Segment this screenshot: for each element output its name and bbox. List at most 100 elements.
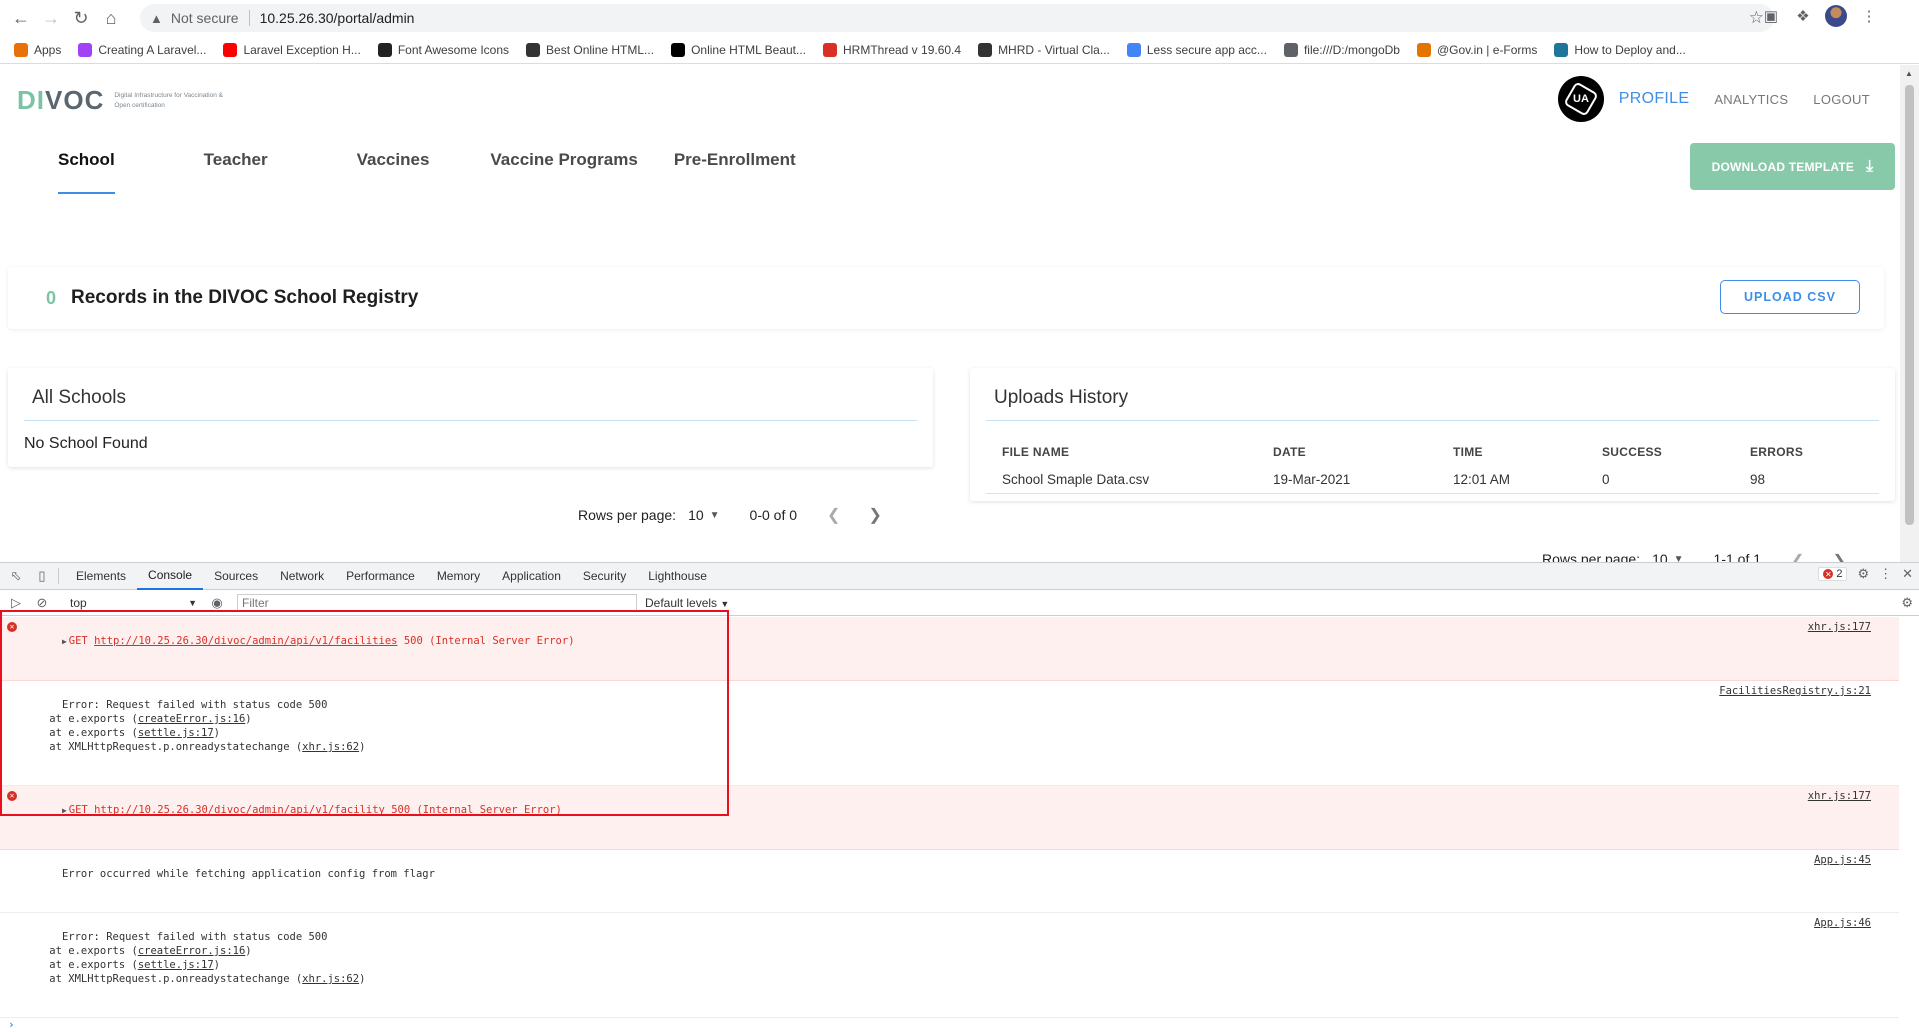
bookmark-label: file:///D:/mongoDb bbox=[1303, 42, 1400, 57]
devtools-tab-memory[interactable]: Memory bbox=[426, 563, 491, 590]
nav-analytics-link[interactable]: ANALYTICS bbox=[1714, 92, 1788, 107]
close-devtools-icon[interactable]: ✕ bbox=[1902, 566, 1913, 582]
devtools-tab-console[interactable]: Console bbox=[137, 563, 204, 590]
bookmark-item[interactable]: Less secure app acc... bbox=[1126, 42, 1267, 57]
home-icon[interactable]: ⌂ bbox=[96, 3, 126, 33]
live-expression-eye-icon[interactable]: ◉ bbox=[207, 593, 227, 613]
inspect-element-icon[interactable]: ⬁ bbox=[6, 566, 26, 586]
stack-suffix: ) bbox=[359, 973, 366, 985]
stack-file-link[interactable]: settle.js:17 bbox=[138, 959, 214, 971]
upload-csv-button[interactable]: UPLOAD CSV bbox=[1720, 280, 1860, 314]
devtools-tab-lighthouse[interactable]: Lighthouse bbox=[637, 563, 718, 590]
bookmark-item[interactable]: MHRD - Virtual Cla... bbox=[978, 42, 1110, 57]
bookmark-label: MHRD - Virtual Cla... bbox=[998, 42, 1110, 57]
bookmark-item[interactable]: Creating A Laravel... bbox=[78, 42, 206, 57]
console-error-message[interactable]: ✕ ▶ GET http://10.25.26.30/divoc/admin/api… bbox=[0, 617, 1899, 681]
request-url-link[interactable]: http://10.25.26.30/divoc/admin/api/v1/fa… bbox=[94, 804, 385, 816]
console-log-message[interactable]: Error: Request failed with status code 5… bbox=[0, 681, 1899, 786]
stack-suffix: ) bbox=[213, 959, 220, 971]
extensions-puzzle-icon[interactable]: ❖ bbox=[1793, 6, 1813, 26]
stack-file-link[interactable]: createError.js:16 bbox=[138, 945, 245, 957]
prev-page-icon[interactable]: ❮ bbox=[827, 505, 840, 525]
devtools-tab-security[interactable]: Security bbox=[572, 563, 637, 590]
error-icon: ✕ bbox=[1823, 569, 1834, 579]
devtools-tab-network[interactable]: Network bbox=[269, 563, 335, 590]
devtools-menu-icon[interactable]: ⋮ bbox=[1879, 566, 1892, 582]
stack-file-link[interactable]: settle.js:17 bbox=[138, 727, 214, 739]
console-filter-input[interactable] bbox=[237, 593, 637, 612]
request-url-link[interactable]: http://10.25.26.30/divoc/admin/api/v1/fa… bbox=[94, 635, 397, 647]
source-link[interactable]: xhr.js:177 bbox=[1808, 789, 1871, 803]
bookmark-label: HRMThread v 19.60.4 bbox=[843, 42, 962, 57]
stack-prefix: at XMLHttpRequest.p.onreadystatechange ( bbox=[49, 973, 303, 985]
console-messages: ✕ ▶ GET http://10.25.26.30/divoc/admin/api… bbox=[0, 617, 1899, 1032]
nav-profile-link[interactable]: PROFILE bbox=[1619, 90, 1690, 108]
nav-logout-link[interactable]: LOGOUT bbox=[1813, 92, 1870, 107]
bookmark-item[interactable]: How to Deploy and... bbox=[1554, 42, 1686, 57]
error-text: Error: Request failed with status code 5… bbox=[61, 931, 328, 943]
page-scrollbar[interactable]: ▲ bbox=[1900, 65, 1919, 562]
sidebar-toggle-icon[interactable]: ▷ bbox=[6, 593, 26, 613]
tab-vaccine-programs[interactable]: Vaccine Programs bbox=[472, 150, 655, 186]
console-prompt[interactable]: › bbox=[0, 1018, 1899, 1032]
console-log-message[interactable]: Error occurred while fetching applicatio… bbox=[0, 850, 1899, 913]
bookmark-item[interactable]: file:///D:/mongoDb bbox=[1283, 42, 1400, 57]
divoc-logo[interactable]: DIVOC Digital Infrastructure for Vaccina… bbox=[17, 85, 224, 116]
camera-icon[interactable]: ▣ bbox=[1761, 6, 1781, 26]
scrollbar-thumb[interactable] bbox=[1905, 85, 1914, 525]
tab-vaccines[interactable]: Vaccines bbox=[339, 150, 448, 186]
source-link[interactable]: App.js:46 bbox=[1814, 916, 1871, 930]
source-link[interactable]: App.js:45 bbox=[1814, 853, 1871, 867]
bookmark-item[interactable]: Online HTML Beaut... bbox=[671, 42, 806, 57]
expand-triangle-icon[interactable]: ▶ bbox=[62, 806, 67, 815]
laravel-icon bbox=[78, 42, 93, 57]
caret-down-icon: ▼ bbox=[720, 598, 730, 609]
bookmark-item[interactable]: @Gov.in | e-Forms bbox=[1416, 42, 1537, 57]
bookmark-item[interactable]: Best Online HTML... bbox=[526, 42, 655, 57]
tab-school[interactable]: School bbox=[40, 150, 133, 194]
error-count-badge[interactable]: ✕ 2 bbox=[1818, 567, 1848, 581]
reload-icon[interactable]: ↻ bbox=[66, 3, 96, 33]
devtools-tab-sources[interactable]: Sources bbox=[203, 563, 269, 590]
bookmark-item[interactable]: HRMThread v 19.60.4 bbox=[823, 42, 962, 57]
settings-gear-icon[interactable]: ⚙ bbox=[1857, 566, 1869, 582]
rows-per-page-select[interactable]: 10 ▼ bbox=[688, 507, 719, 523]
stack-suffix: ) bbox=[245, 713, 252, 725]
security-label: Not secure bbox=[170, 10, 239, 26]
user-avatar[interactable]: UA bbox=[1557, 76, 1604, 122]
bookmark-item[interactable]: Font Awesome Icons bbox=[377, 42, 509, 57]
devtools-tab-elements[interactable]: Elements bbox=[65, 563, 137, 590]
bookmark-item[interactable]: Laravel Exception H... bbox=[223, 42, 361, 57]
forward-arrow-icon[interactable]: → bbox=[36, 3, 66, 33]
console-log-message[interactable]: Error: Request failed with status code 5… bbox=[0, 913, 1899, 1018]
expand-triangle-icon[interactable]: ▶ bbox=[62, 637, 67, 646]
stack-file-link[interactable]: xhr.js:62 bbox=[302, 973, 359, 985]
device-toolbar-icon[interactable]: ▯ bbox=[32, 566, 52, 586]
stack-file-link[interactable]: createError.js:16 bbox=[138, 713, 245, 725]
source-link[interactable]: FacilitiesRegistry.js:21 bbox=[1719, 684, 1871, 698]
context-select[interactable]: top ▼ bbox=[66, 594, 201, 612]
console-error-message[interactable]: ✕ ▶ GET http://10.25.26.30/divoc/admin/api… bbox=[0, 786, 1899, 850]
next-page-icon[interactable]: ❯ bbox=[868, 505, 881, 525]
scroll-up-arrow-icon[interactable]: ▲ bbox=[1905, 69, 1913, 78]
bookmark-label: Best Online HTML... bbox=[546, 42, 655, 57]
log-levels-dropdown[interactable]: Default levels ▼ bbox=[645, 596, 729, 610]
profile-avatar[interactable] bbox=[1825, 5, 1847, 27]
source-link[interactable]: xhr.js:177 bbox=[1808, 620, 1871, 634]
address-bar[interactable]: ▲ Not secure 10.25.26.30/portal/admin ☆ bbox=[140, 4, 1774, 32]
download-icon: ⤓ bbox=[1866, 157, 1874, 175]
bookmark-item[interactable]: Apps bbox=[14, 42, 61, 57]
stack-file-link[interactable]: xhr.js:62 bbox=[302, 741, 359, 753]
clear-console-icon[interactable]: ⊘ bbox=[32, 593, 52, 613]
devtools-tab-performance[interactable]: Performance bbox=[335, 563, 426, 590]
console-settings-gear-icon[interactable]: ⚙ bbox=[1901, 595, 1913, 611]
download-template-button[interactable]: DOWNLOAD TEMPLATE ⤓ bbox=[1690, 143, 1895, 190]
error-icon: ✕ bbox=[7, 622, 17, 632]
chrome-menu-icon[interactable]: ⋮ bbox=[1859, 6, 1879, 26]
tab-pre-enrollment[interactable]: Pre-Enrollment bbox=[656, 150, 814, 186]
tab-teacher[interactable]: Teacher bbox=[186, 150, 286, 186]
table-row[interactable]: School Smaple Data.csv 19-Mar-2021 12:01… bbox=[986, 466, 1879, 494]
back-arrow-icon[interactable]: ← bbox=[6, 3, 36, 33]
devtools-tab-application[interactable]: Application bbox=[491, 563, 572, 590]
all-schools-card: All Schools No School Found bbox=[8, 368, 933, 467]
